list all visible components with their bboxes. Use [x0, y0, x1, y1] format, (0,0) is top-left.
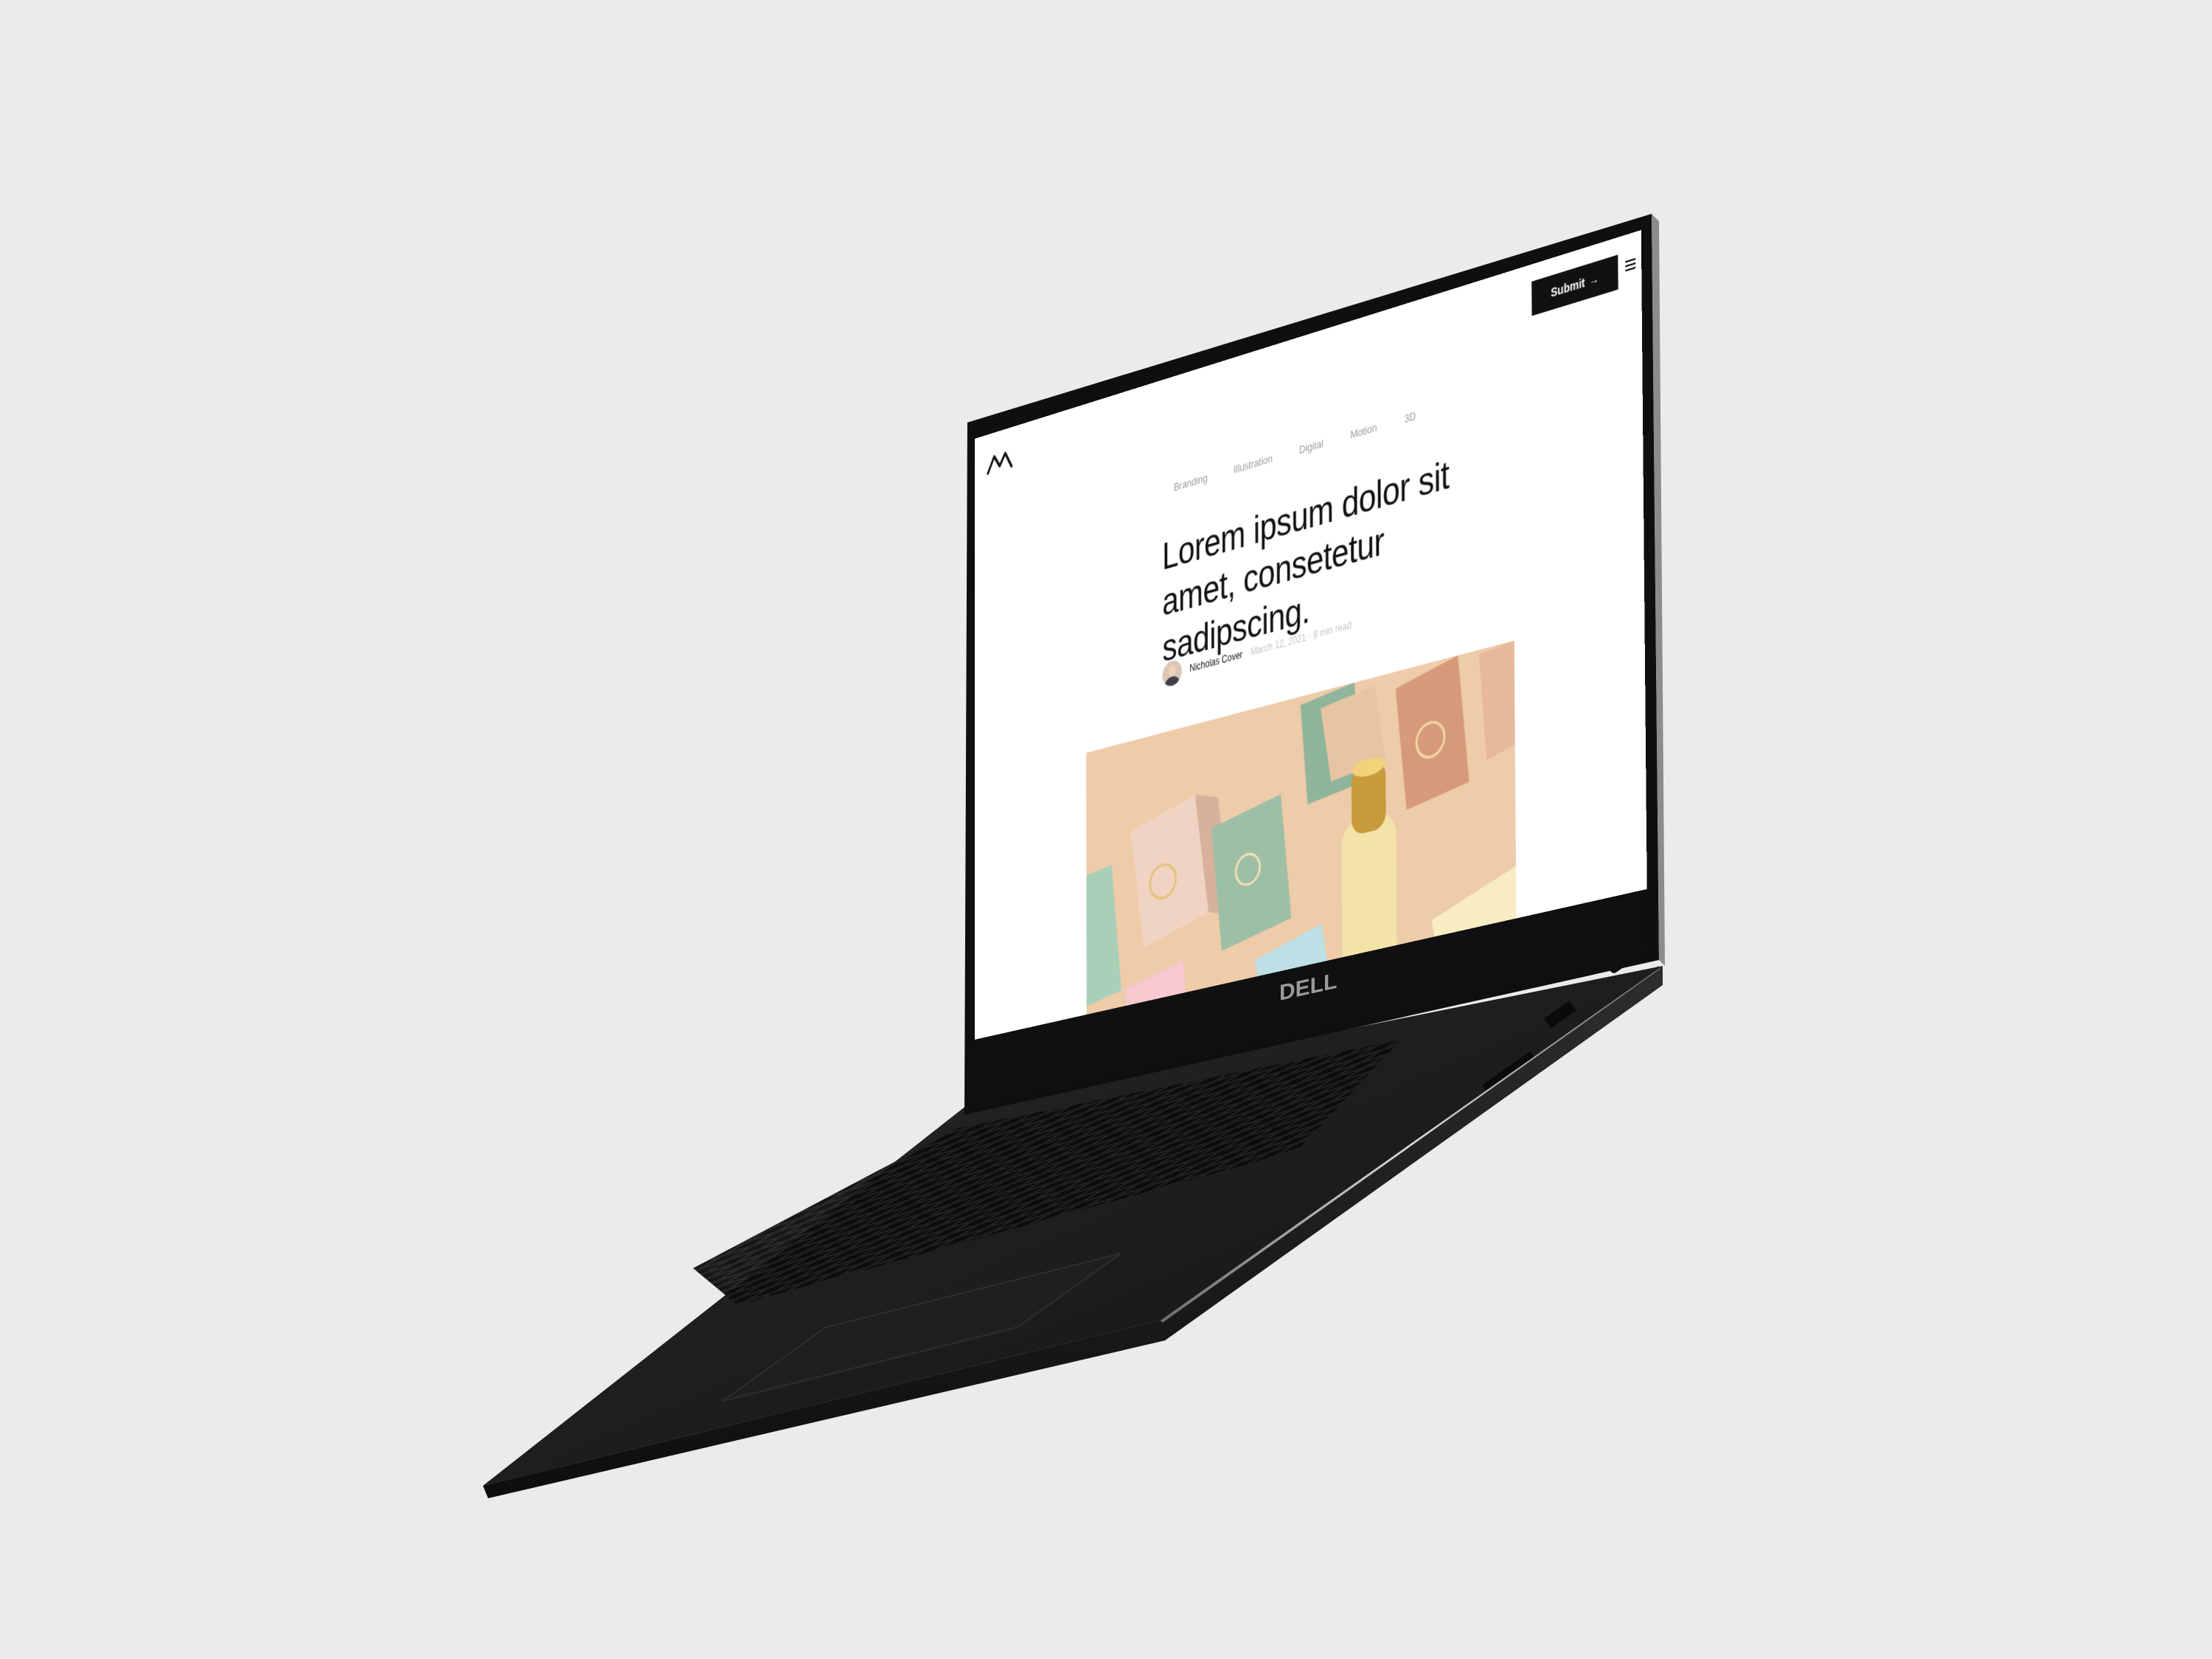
nav-item-3d[interactable]: 3D [1404, 409, 1416, 425]
nav-item-digital[interactable]: Digital [1299, 437, 1324, 456]
hamburger-menu-icon[interactable] [1625, 257, 1636, 272]
brand-logo-icon[interactable] [986, 445, 1014, 478]
submit-button[interactable]: Submit → [1531, 254, 1618, 316]
nav-item-branding[interactable]: Branding [1174, 471, 1208, 493]
arrow-right-icon: → [1589, 271, 1599, 288]
avatar[interactable] [1162, 658, 1182, 689]
nav-item-illustration[interactable]: Illustration [1234, 452, 1273, 476]
nav-item-motion[interactable]: Motion [1350, 421, 1377, 442]
submit-label: Submit [1551, 275, 1585, 300]
